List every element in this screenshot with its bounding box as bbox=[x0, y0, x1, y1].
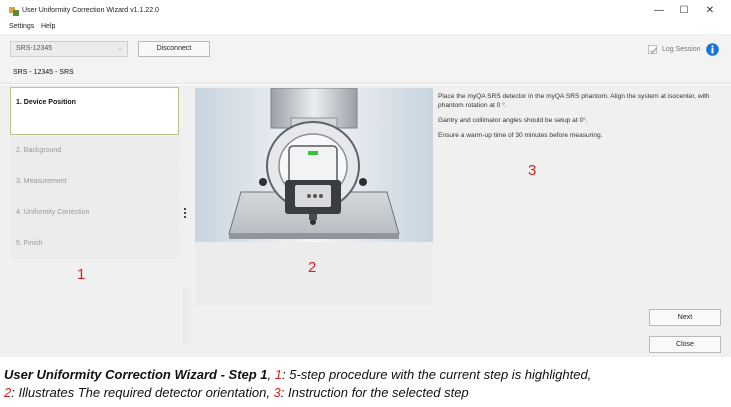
step-device-position[interactable]: 1. Device Position bbox=[10, 87, 179, 135]
checkmark-icon bbox=[650, 47, 658, 54]
info-icon[interactable] bbox=[706, 43, 719, 56]
step-instructions: Place the myQA SRS detector in the myQA … bbox=[438, 92, 728, 146]
wizard-content: 1. Device Position 2. Background 3. Meas… bbox=[0, 85, 731, 357]
chevron-down-icon: ⌄ bbox=[117, 45, 123, 52]
window-title: User Uniformity Correction Wizard v1.1.2… bbox=[22, 7, 159, 14]
splitter-track bbox=[182, 288, 191, 344]
steps-list: 1. Device Position 2. Background 3. Meas… bbox=[10, 86, 179, 344]
close-button[interactable]: Close bbox=[649, 336, 721, 353]
step-label: 1. Device Position bbox=[16, 99, 76, 106]
instruction-text: Place the myQA SRS detector in the myQA … bbox=[438, 93, 710, 109]
panel-splitter-handle[interactable] bbox=[184, 208, 187, 222]
step-finish[interactable]: 5. Finish bbox=[10, 229, 179, 259]
caption-marker-1: 1 bbox=[274, 367, 283, 382]
step-label: 2. Background bbox=[16, 147, 62, 154]
callout-marker-instructions: 3 bbox=[528, 162, 537, 179]
caption-text-2: : Illustrates The required detector orie… bbox=[11, 385, 274, 400]
phantom-setup-image bbox=[195, 88, 433, 242]
step-uniformity-correction[interactable]: 4. Uniformity Correction bbox=[10, 198, 179, 228]
disconnect-button[interactable]: Disconnect bbox=[138, 41, 210, 57]
caption-text-3: : Instruction for the selected step bbox=[280, 385, 469, 400]
device-select-value: SRS-12345 bbox=[16, 45, 53, 52]
step-measurement[interactable]: 3. Measurement bbox=[10, 167, 179, 197]
log-session-checkbox[interactable] bbox=[648, 45, 658, 54]
menu-settings[interactable]: Settings bbox=[9, 23, 34, 30]
instruction-text: Ensure a warm-up time of 30 minutes befo… bbox=[438, 132, 603, 139]
app-icon bbox=[9, 7, 19, 16]
close-window-button[interactable]: ✕ bbox=[699, 4, 721, 18]
next-button[interactable]: Next bbox=[649, 309, 721, 326]
menu-help[interactable]: Help bbox=[41, 23, 55, 30]
step-label: 3. Measurement bbox=[16, 178, 67, 185]
detector-orientation-illustration bbox=[195, 88, 433, 242]
maximize-button[interactable]: ☐ bbox=[673, 4, 695, 18]
minimize-button[interactable]: — bbox=[648, 4, 670, 18]
breadcrumb-bar: SRS - 12345 - SRS bbox=[0, 64, 731, 84]
wizard-window: User Uniformity Correction Wizard v1.1.2… bbox=[0, 0, 731, 357]
connection-toolbar: SRS-12345 ⌄ Disconnect Log Session bbox=[0, 34, 731, 64]
figure-caption: User Uniformity Correction Wizard - Step… bbox=[4, 366, 729, 402]
device-select[interactable]: SRS-12345 ⌄ bbox=[10, 41, 128, 57]
step-label: 5. Finish bbox=[16, 240, 43, 247]
title-bar: User Uniformity Correction Wizard v1.1.2… bbox=[0, 0, 731, 22]
step-label: 4. Uniformity Correction bbox=[16, 209, 90, 216]
caption-text-1: : 5-step procedure with the current step… bbox=[282, 367, 592, 382]
step-background[interactable]: 2. Background bbox=[10, 136, 179, 166]
menu-bar: Settings Help bbox=[0, 22, 731, 34]
caption-separator: , bbox=[267, 367, 275, 382]
instruction-text: Gantry and collimator angles should be s… bbox=[438, 117, 588, 124]
caption-marker-3: 3 bbox=[273, 385, 281, 400]
breadcrumb: SRS - 12345 - SRS bbox=[13, 69, 74, 76]
log-session-label: Log Session bbox=[662, 46, 701, 53]
callout-marker-steps: 1 bbox=[77, 266, 86, 283]
caption-title: User Uniformity Correction Wizard - Step… bbox=[4, 367, 268, 382]
callout-marker-image: 2 bbox=[308, 259, 317, 276]
